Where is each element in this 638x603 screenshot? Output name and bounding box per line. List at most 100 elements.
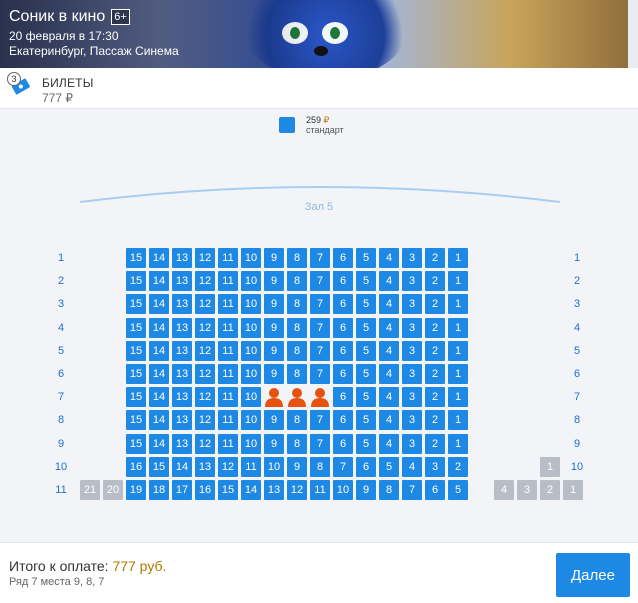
seat-free[interactable]: 10 [241,318,261,338]
seat-free[interactable]: 5 [356,248,376,268]
seat-free[interactable]: 2 [425,434,445,454]
seat-free[interactable]: 10 [241,294,261,314]
seat-free[interactable]: 3 [402,364,422,384]
seat-free[interactable]: 15 [126,271,146,291]
seat-free[interactable]: 7 [310,410,330,430]
seat-free[interactable]: 13 [172,294,192,314]
seat-free[interactable]: 9 [264,248,284,268]
seat-free[interactable]: 11 [218,248,238,268]
seat-free[interactable]: 8 [287,294,307,314]
seat-free[interactable]: 11 [218,271,238,291]
seat-free[interactable]: 11 [218,318,238,338]
seat-free[interactable]: 14 [149,248,169,268]
seat-free[interactable]: 14 [149,271,169,291]
seat-free[interactable]: 2 [425,387,445,407]
seat-free[interactable]: 1 [448,294,468,314]
seat-free[interactable]: 6 [333,248,353,268]
seat-free[interactable]: 6 [333,318,353,338]
seat-free[interactable]: 13 [172,387,192,407]
seat-free[interactable]: 13 [172,434,192,454]
seat-free[interactable]: 2 [425,271,445,291]
seat-free[interactable]: 4 [379,341,399,361]
seat-free[interactable]: 4 [379,364,399,384]
seat-free[interactable]: 15 [126,410,146,430]
seat-free[interactable]: 11 [218,294,238,314]
seat-free[interactable]: 11 [218,341,238,361]
seat-free[interactable]: 14 [149,341,169,361]
seat-free[interactable]: 2 [425,341,445,361]
seat-free[interactable]: 11 [218,387,238,407]
seat-free[interactable]: 4 [379,410,399,430]
seat-free[interactable]: 7 [310,341,330,361]
seat-free[interactable]: 9 [264,410,284,430]
seat-free[interactable]: 4 [379,294,399,314]
seat-free[interactable]: 6 [333,387,353,407]
seat-free[interactable]: 7 [310,248,330,268]
seat-free[interactable]: 10 [241,271,261,291]
seat-selected-person-icon[interactable] [264,387,284,407]
seat-free[interactable]: 7 [310,294,330,314]
seat-free[interactable]: 15 [149,457,169,477]
seat-free[interactable]: 12 [195,341,215,361]
seat-free[interactable]: 4 [379,387,399,407]
seat-free[interactable]: 6 [356,457,376,477]
seat-free[interactable]: 10 [333,480,353,500]
seat-free[interactable]: 5 [356,271,376,291]
seat-selected-person-icon[interactable] [310,387,330,407]
seat-free[interactable]: 9 [264,364,284,384]
seat-free[interactable]: 5 [356,364,376,384]
seat-free[interactable]: 10 [241,434,261,454]
seat-free[interactable]: 6 [333,341,353,361]
seat-free[interactable]: 4 [379,318,399,338]
seat-free[interactable]: 2 [425,294,445,314]
seat-free[interactable]: 5 [356,434,376,454]
seat-free[interactable]: 3 [402,318,422,338]
seat-free[interactable]: 12 [195,434,215,454]
seat-free[interactable]: 5 [356,341,376,361]
seat-free[interactable]: 13 [172,410,192,430]
seat-free[interactable]: 1 [448,318,468,338]
seat-free[interactable]: 13 [172,318,192,338]
seat-free[interactable]: 14 [149,410,169,430]
seat-free[interactable]: 7 [310,271,330,291]
seat-free[interactable]: 3 [402,341,422,361]
seat-free[interactable]: 5 [356,294,376,314]
seat-free[interactable]: 1 [448,341,468,361]
seat-free[interactable]: 12 [195,271,215,291]
seat-free[interactable]: 1 [448,271,468,291]
seat-free[interactable]: 7 [402,480,422,500]
seat-free[interactable]: 11 [218,364,238,384]
seat-free[interactable]: 3 [425,457,445,477]
seat-free[interactable]: 15 [126,434,146,454]
seat-free[interactable]: 1 [448,364,468,384]
seat-free[interactable]: 5 [379,457,399,477]
seat-free[interactable]: 8 [287,318,307,338]
seat-free[interactable]: 12 [195,318,215,338]
seat-free[interactable]: 5 [356,318,376,338]
seat-free[interactable]: 14 [149,387,169,407]
seat-free[interactable]: 10 [241,364,261,384]
seat-free[interactable]: 9 [264,271,284,291]
seat-free[interactable]: 16 [195,480,215,500]
seat-free[interactable]: 7 [310,434,330,454]
seat-free[interactable]: 8 [287,248,307,268]
seat-free[interactable]: 6 [333,271,353,291]
seat-free[interactable]: 1 [448,248,468,268]
seat-free[interactable]: 10 [241,387,261,407]
seat-free[interactable]: 4 [379,434,399,454]
seat-free[interactable]: 5 [448,480,468,500]
seat-free[interactable]: 12 [195,410,215,430]
seat-free[interactable]: 11 [310,480,330,500]
seat-free[interactable]: 13 [195,457,215,477]
seat-free[interactable]: 9 [264,318,284,338]
seat-free[interactable]: 15 [126,341,146,361]
seat-free[interactable]: 7 [310,318,330,338]
seat-free[interactable]: 11 [218,434,238,454]
seat-free[interactable]: 1 [448,410,468,430]
seat-free[interactable]: 17 [172,480,192,500]
seat-free[interactable]: 16 [126,457,146,477]
seat-free[interactable]: 14 [149,434,169,454]
seat-free[interactable]: 13 [172,364,192,384]
seat-free[interactable]: 19 [126,480,146,500]
seat-free[interactable]: 8 [287,434,307,454]
